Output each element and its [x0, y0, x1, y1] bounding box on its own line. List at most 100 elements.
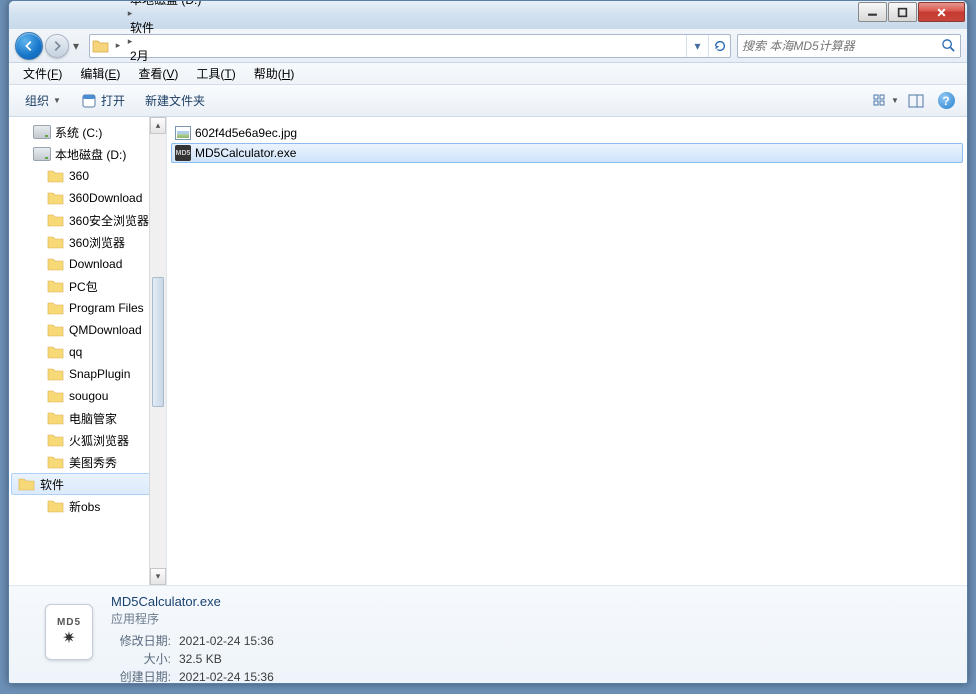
tree-item[interactable]: 软件 [11, 473, 164, 495]
tree-item-label: 360Download [69, 191, 142, 205]
tree-item[interactable]: 本地磁盘 (D:) [9, 143, 166, 165]
folder-icon [47, 410, 65, 426]
search-icon[interactable] [941, 38, 956, 53]
help-button[interactable]: ? [933, 89, 959, 113]
details-pane: MD5 ✷ MD5Calculator.exe 应用程序 修改日期:2021-0… [9, 585, 967, 683]
file-thumbnail: MD5 ✷ [45, 604, 93, 660]
back-button[interactable] [15, 32, 43, 60]
menu-查看[interactable]: 查看(V) [130, 63, 186, 84]
tree-item-label: 软件 [40, 476, 64, 493]
address-bar[interactable]: ▸ 计算机▸本地磁盘 (D:)▸软件▸2月▸24▸本海MD5计算器▸ ▾ [89, 34, 731, 58]
folder-icon [47, 388, 65, 404]
folder-icon [47, 256, 65, 272]
folder-icon [47, 168, 65, 184]
file-item[interactable]: 602f4d5e6a9ec.jpg [171, 123, 963, 143]
tree-item-label: SnapPlugin [69, 367, 130, 381]
file-name: 602f4d5e6a9ec.jpg [195, 126, 297, 140]
forward-button[interactable] [45, 34, 69, 58]
tree-item[interactable]: QMDownload [9, 319, 166, 341]
details-value: 2021-02-24 15:36 [179, 632, 274, 650]
folder-icon [47, 498, 65, 514]
breadcrumb-segment[interactable]: 2月 [124, 47, 219, 64]
help-icon: ? [938, 92, 955, 109]
tree-item[interactable]: 360Download [9, 187, 166, 209]
nav-row: ▾ ▸ 计算机▸本地磁盘 (D:)▸软件▸2月▸24▸本海MD5计算器▸ ▾ [9, 29, 967, 63]
new-folder-button[interactable]: 新建文件夹 [137, 88, 213, 113]
tree-item-label: 360安全浏览器 [69, 212, 149, 229]
tree-item-label: 本地磁盘 (D:) [55, 146, 126, 163]
details-label: 大小: [111, 650, 171, 668]
details-row: 创建日期: 2021-02-24 15:36 [111, 668, 274, 684]
tree-item-label: 360浏览器 [69, 234, 125, 251]
tree-item[interactable]: 360 [9, 165, 166, 187]
tree-item[interactable]: qq [9, 341, 166, 363]
open-button[interactable]: 打开 [73, 88, 133, 113]
tree-item-label: Download [69, 257, 122, 271]
close-button[interactable] [918, 2, 965, 22]
details-label: 创建日期: [111, 668, 171, 684]
details-filename: MD5Calculator.exe [111, 594, 274, 609]
tree-item-label: qq [69, 345, 82, 359]
scrollbar[interactable]: ▴ ▾ [149, 117, 166, 585]
tree-item-label: QMDownload [69, 323, 142, 337]
folder-icon [47, 212, 65, 228]
menu-编辑[interactable]: 编辑(E) [72, 63, 128, 84]
tree-item-label: 电脑管家 [69, 410, 117, 427]
tree-item-label: 系统 (C:) [55, 124, 102, 141]
body: 系统 (C:) 本地磁盘 (D:) 360 360Download 360安全浏览器 36… [9, 117, 967, 585]
tree-item[interactable]: SnapPlugin [9, 363, 166, 385]
maximize-button[interactable] [888, 2, 917, 22]
refresh-button[interactable] [708, 35, 730, 57]
chevron-right-icon[interactable]: ▸ [112, 40, 124, 51]
folder-icon [47, 278, 65, 294]
tree-item[interactable]: 系统 (C:) [9, 121, 166, 143]
search-input[interactable] [742, 39, 941, 53]
folder-icon [47, 366, 65, 382]
tree-item[interactable]: 360安全浏览器 [9, 209, 166, 231]
minimize-button[interactable] [858, 2, 887, 22]
tree-item[interactable]: 电脑管家 [9, 407, 166, 429]
folder-icon [47, 234, 65, 250]
menu-文件[interactable]: 文件(F) [15, 63, 70, 84]
organize-button[interactable]: 组织▼ [17, 88, 69, 113]
details-row: 修改日期:2021-02-24 15:36 [111, 632, 274, 650]
menu-帮助[interactable]: 帮助(H) [246, 63, 303, 84]
scroll-up-button[interactable]: ▴ [150, 117, 166, 134]
address-dropdown[interactable]: ▾ [686, 35, 708, 57]
folder-icon [47, 322, 65, 338]
menu-工具[interactable]: 工具(T) [188, 63, 243, 84]
tree-item-label: PC包 [69, 278, 98, 295]
tree-item-label: 火狐浏览器 [69, 432, 129, 449]
tree-item[interactable]: sougou [9, 385, 166, 407]
folder-icon [18, 476, 36, 492]
details-row: 大小:32.5 KB [111, 650, 274, 668]
tree-item[interactable]: Program Files [9, 297, 166, 319]
file-item[interactable]: MD5MD5Calculator.exe [171, 143, 963, 163]
nav-tree: 系统 (C:) 本地磁盘 (D:) 360 360Download 360安全浏览器 36… [9, 117, 167, 585]
preview-pane-button[interactable] [903, 89, 929, 113]
history-dropdown[interactable]: ▾ [69, 35, 83, 57]
tree-item[interactable]: 新obs [9, 495, 166, 517]
tree-item-label: 360 [69, 169, 89, 183]
app-icon [81, 93, 97, 109]
breadcrumb-segment[interactable]: 本地磁盘 (D:) [124, 0, 219, 8]
chevron-right-icon[interactable]: ▸ [124, 8, 136, 19]
chevron-right-icon[interactable]: ▸ [124, 36, 136, 47]
view-options-button[interactable]: ▼ [873, 89, 899, 113]
folder-icon [47, 344, 65, 360]
file-list[interactable]: 602f4d5e6a9ec.jpg MD5MD5Calculator.exe [167, 117, 967, 585]
breadcrumb-segment[interactable]: 软件 [124, 19, 219, 36]
tree-item[interactable]: PC包 [9, 275, 166, 297]
search-box[interactable] [737, 34, 961, 58]
tree-item[interactable]: 火狐浏览器 [9, 429, 166, 451]
scroll-thumb[interactable] [152, 277, 164, 407]
tree-item[interactable]: Download [9, 253, 166, 275]
tree-item-label: 美图秀秀 [69, 454, 117, 471]
tree-item[interactable]: 美图秀秀 [9, 451, 166, 473]
scroll-down-button[interactable]: ▾ [150, 568, 166, 585]
details-value: 2021-02-24 15:36 [179, 668, 274, 684]
tree-item[interactable]: 360浏览器 [9, 231, 166, 253]
tree-item-label: sougou [69, 389, 108, 403]
explorer-window: ▾ ▸ 计算机▸本地磁盘 (D:)▸软件▸2月▸24▸本海MD5计算器▸ ▾ 文… [8, 0, 968, 684]
details-filetype: 应用程序 [111, 610, 274, 627]
